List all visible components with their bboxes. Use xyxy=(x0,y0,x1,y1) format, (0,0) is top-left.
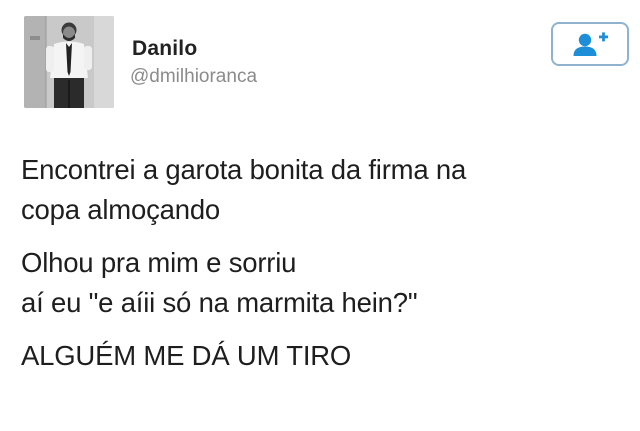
tweet-text: Encontrei a garota bonita da firma na co… xyxy=(21,150,621,376)
tweet-line: aí eu "e aíii só na marmita hein?" xyxy=(21,287,418,318)
tweet-paragraph: Olhou pra mim e sorriu aí eu "e aíii só … xyxy=(21,243,621,323)
tweet-paragraph: Encontrei a garota bonita da firma na co… xyxy=(21,150,621,230)
tweet-line: Encontrei a garota bonita da firma na xyxy=(21,154,467,185)
avatar[interactable] xyxy=(24,16,114,108)
display-name[interactable]: Danilo xyxy=(132,37,197,61)
user-handle[interactable]: @dmilhioranca xyxy=(130,66,257,88)
tweet-line: copa almoçando xyxy=(21,194,221,225)
tweet-card: Danilo @dmilhioranca Encontrei a garota … xyxy=(0,0,640,431)
tweet-line: Olhou pra mim e sorriu xyxy=(21,247,297,278)
avatar-photo xyxy=(24,16,114,108)
add-user-icon xyxy=(573,32,608,56)
tweet-line: ALGUÉM ME DÁ UM TIRO xyxy=(21,340,352,371)
tweet-paragraph: ALGUÉM ME DÁ UM TIRO xyxy=(21,336,621,376)
follow-button[interactable] xyxy=(551,22,629,66)
